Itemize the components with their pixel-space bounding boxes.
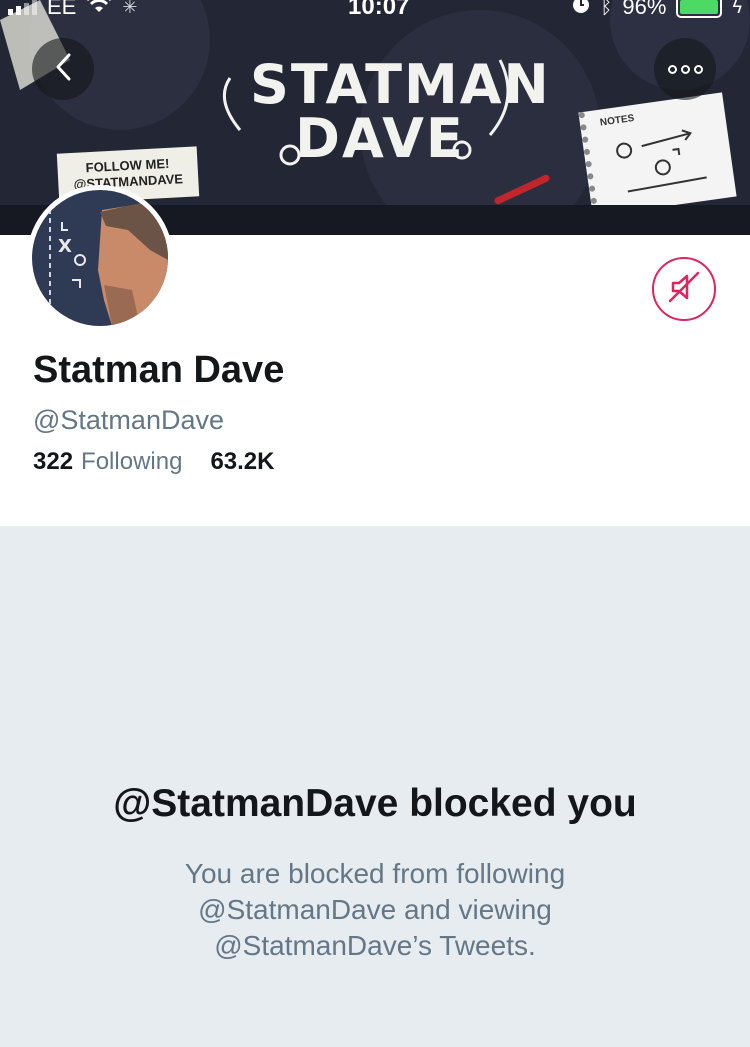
blocked-description: You are blocked from following @StatmanD… — [184, 858, 566, 961]
followers-stat[interactable]: 63.2K — [210, 448, 274, 476]
following-stat[interactable]: 322 Following — [33, 448, 182, 476]
profile-stats: 322 Following 63.2K — [33, 448, 274, 476]
svg-text:X: X — [58, 236, 72, 257]
bluetooth-icon: ᛒ — [600, 0, 613, 18]
blocked-notice: @StatmanDave blocked you You are blocked… — [0, 526, 750, 1047]
alarm-icon — [572, 0, 590, 20]
banner-logo-text: STATMAN DAVE — [250, 53, 551, 170]
back-button[interactable] — [32, 38, 94, 100]
signal-icon — [8, 0, 37, 15]
status-right: ᛒ 96% ϟ — [572, 0, 742, 20]
chevron-left-icon — [54, 52, 72, 87]
avatar-image: X — [32, 190, 168, 326]
status-bar: EE ✳ 10:07 ᛒ 96% ϟ — [0, 0, 750, 20]
loading-spinner-icon: ✳ — [122, 0, 138, 17]
more-horizontal-icon — [667, 64, 703, 74]
blocked-title: @StatmanDave blocked you — [113, 782, 637, 825]
user-handle: @StatmanDave — [33, 405, 224, 435]
battery-percent: 96% — [622, 0, 667, 19]
avatar[interactable]: X — [27, 185, 173, 331]
notebook-illustration: NOTES — [578, 92, 737, 217]
display-name: Statman Dave — [33, 349, 285, 391]
status-left: EE ✳ — [8, 0, 137, 20]
battery-icon — [676, 0, 723, 18]
followers-count: 63.2K — [210, 448, 275, 475]
charging-icon: ϟ — [732, 0, 742, 17]
following-label: Following — [81, 448, 183, 475]
following-count: 322 — [33, 448, 74, 475]
clock: 10:07 — [348, 0, 410, 20]
unmute-button[interactable] — [652, 257, 716, 321]
wifi-icon — [86, 0, 112, 20]
more-options-button[interactable] — [654, 38, 716, 100]
muted-speaker-icon — [667, 270, 701, 309]
carrier-label: EE — [47, 0, 77, 19]
